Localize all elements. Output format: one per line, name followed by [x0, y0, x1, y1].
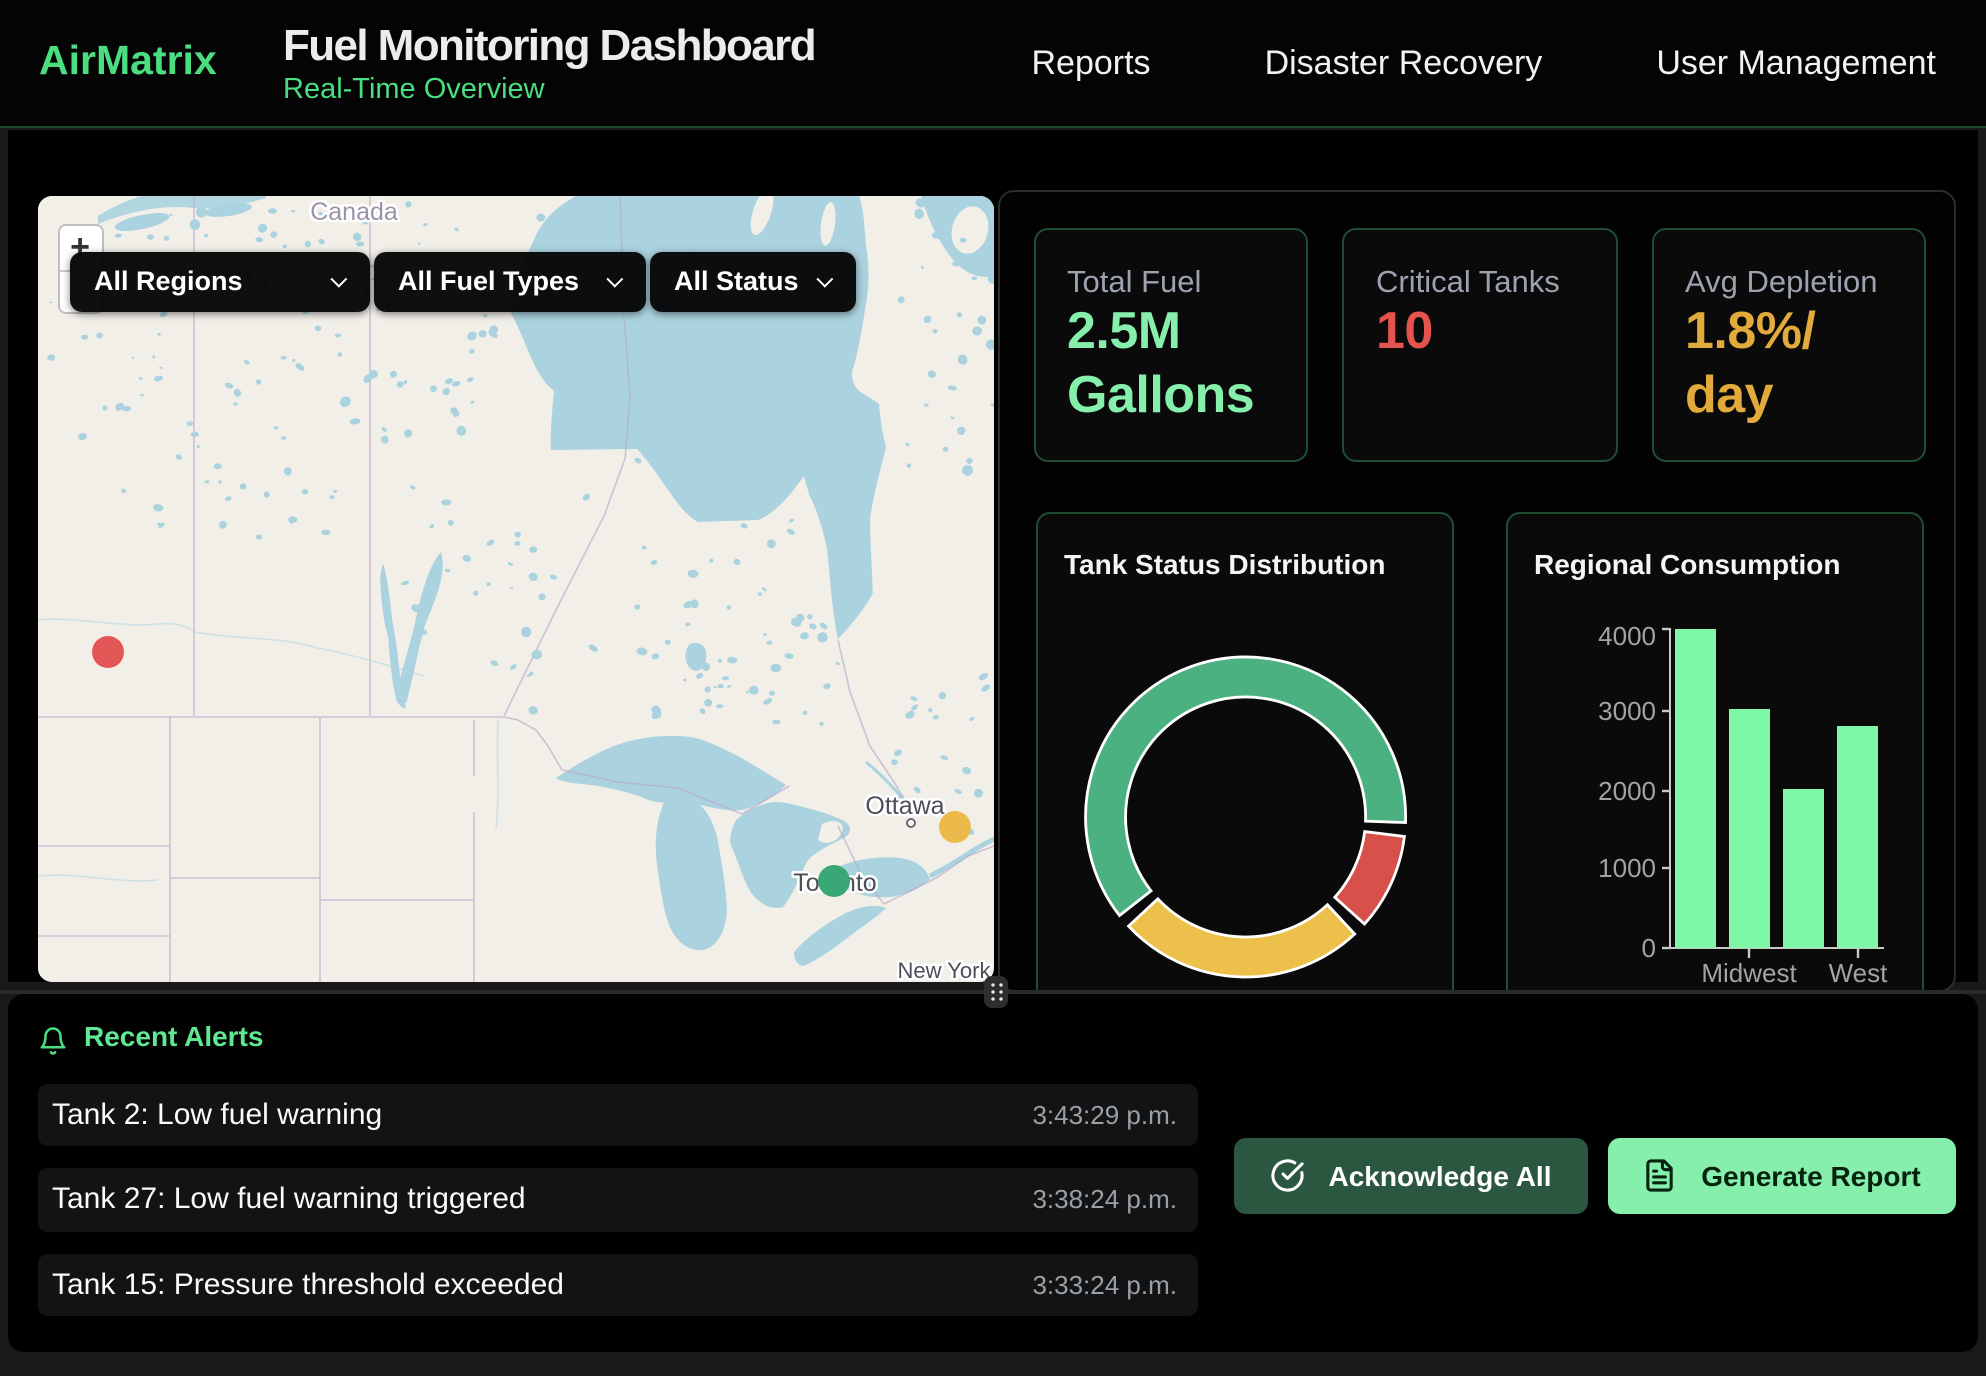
svg-text:New York: New York — [897, 958, 991, 981]
svg-text:4000: 4000 — [1597, 621, 1655, 651]
svg-text:3000: 3000 — [1597, 696, 1655, 726]
svg-text:Ottawa: Ottawa — [864, 792, 943, 820]
svg-text:2000: 2000 — [1597, 776, 1655, 806]
svg-text:Midwest: Midwest — [1700, 958, 1796, 988]
svg-text:0: 0 — [1641, 933, 1655, 963]
svg-text:Canada: Canada — [309, 198, 397, 226]
svg-text:1000: 1000 — [1597, 853, 1655, 883]
svg-text:West: West — [1828, 958, 1888, 988]
